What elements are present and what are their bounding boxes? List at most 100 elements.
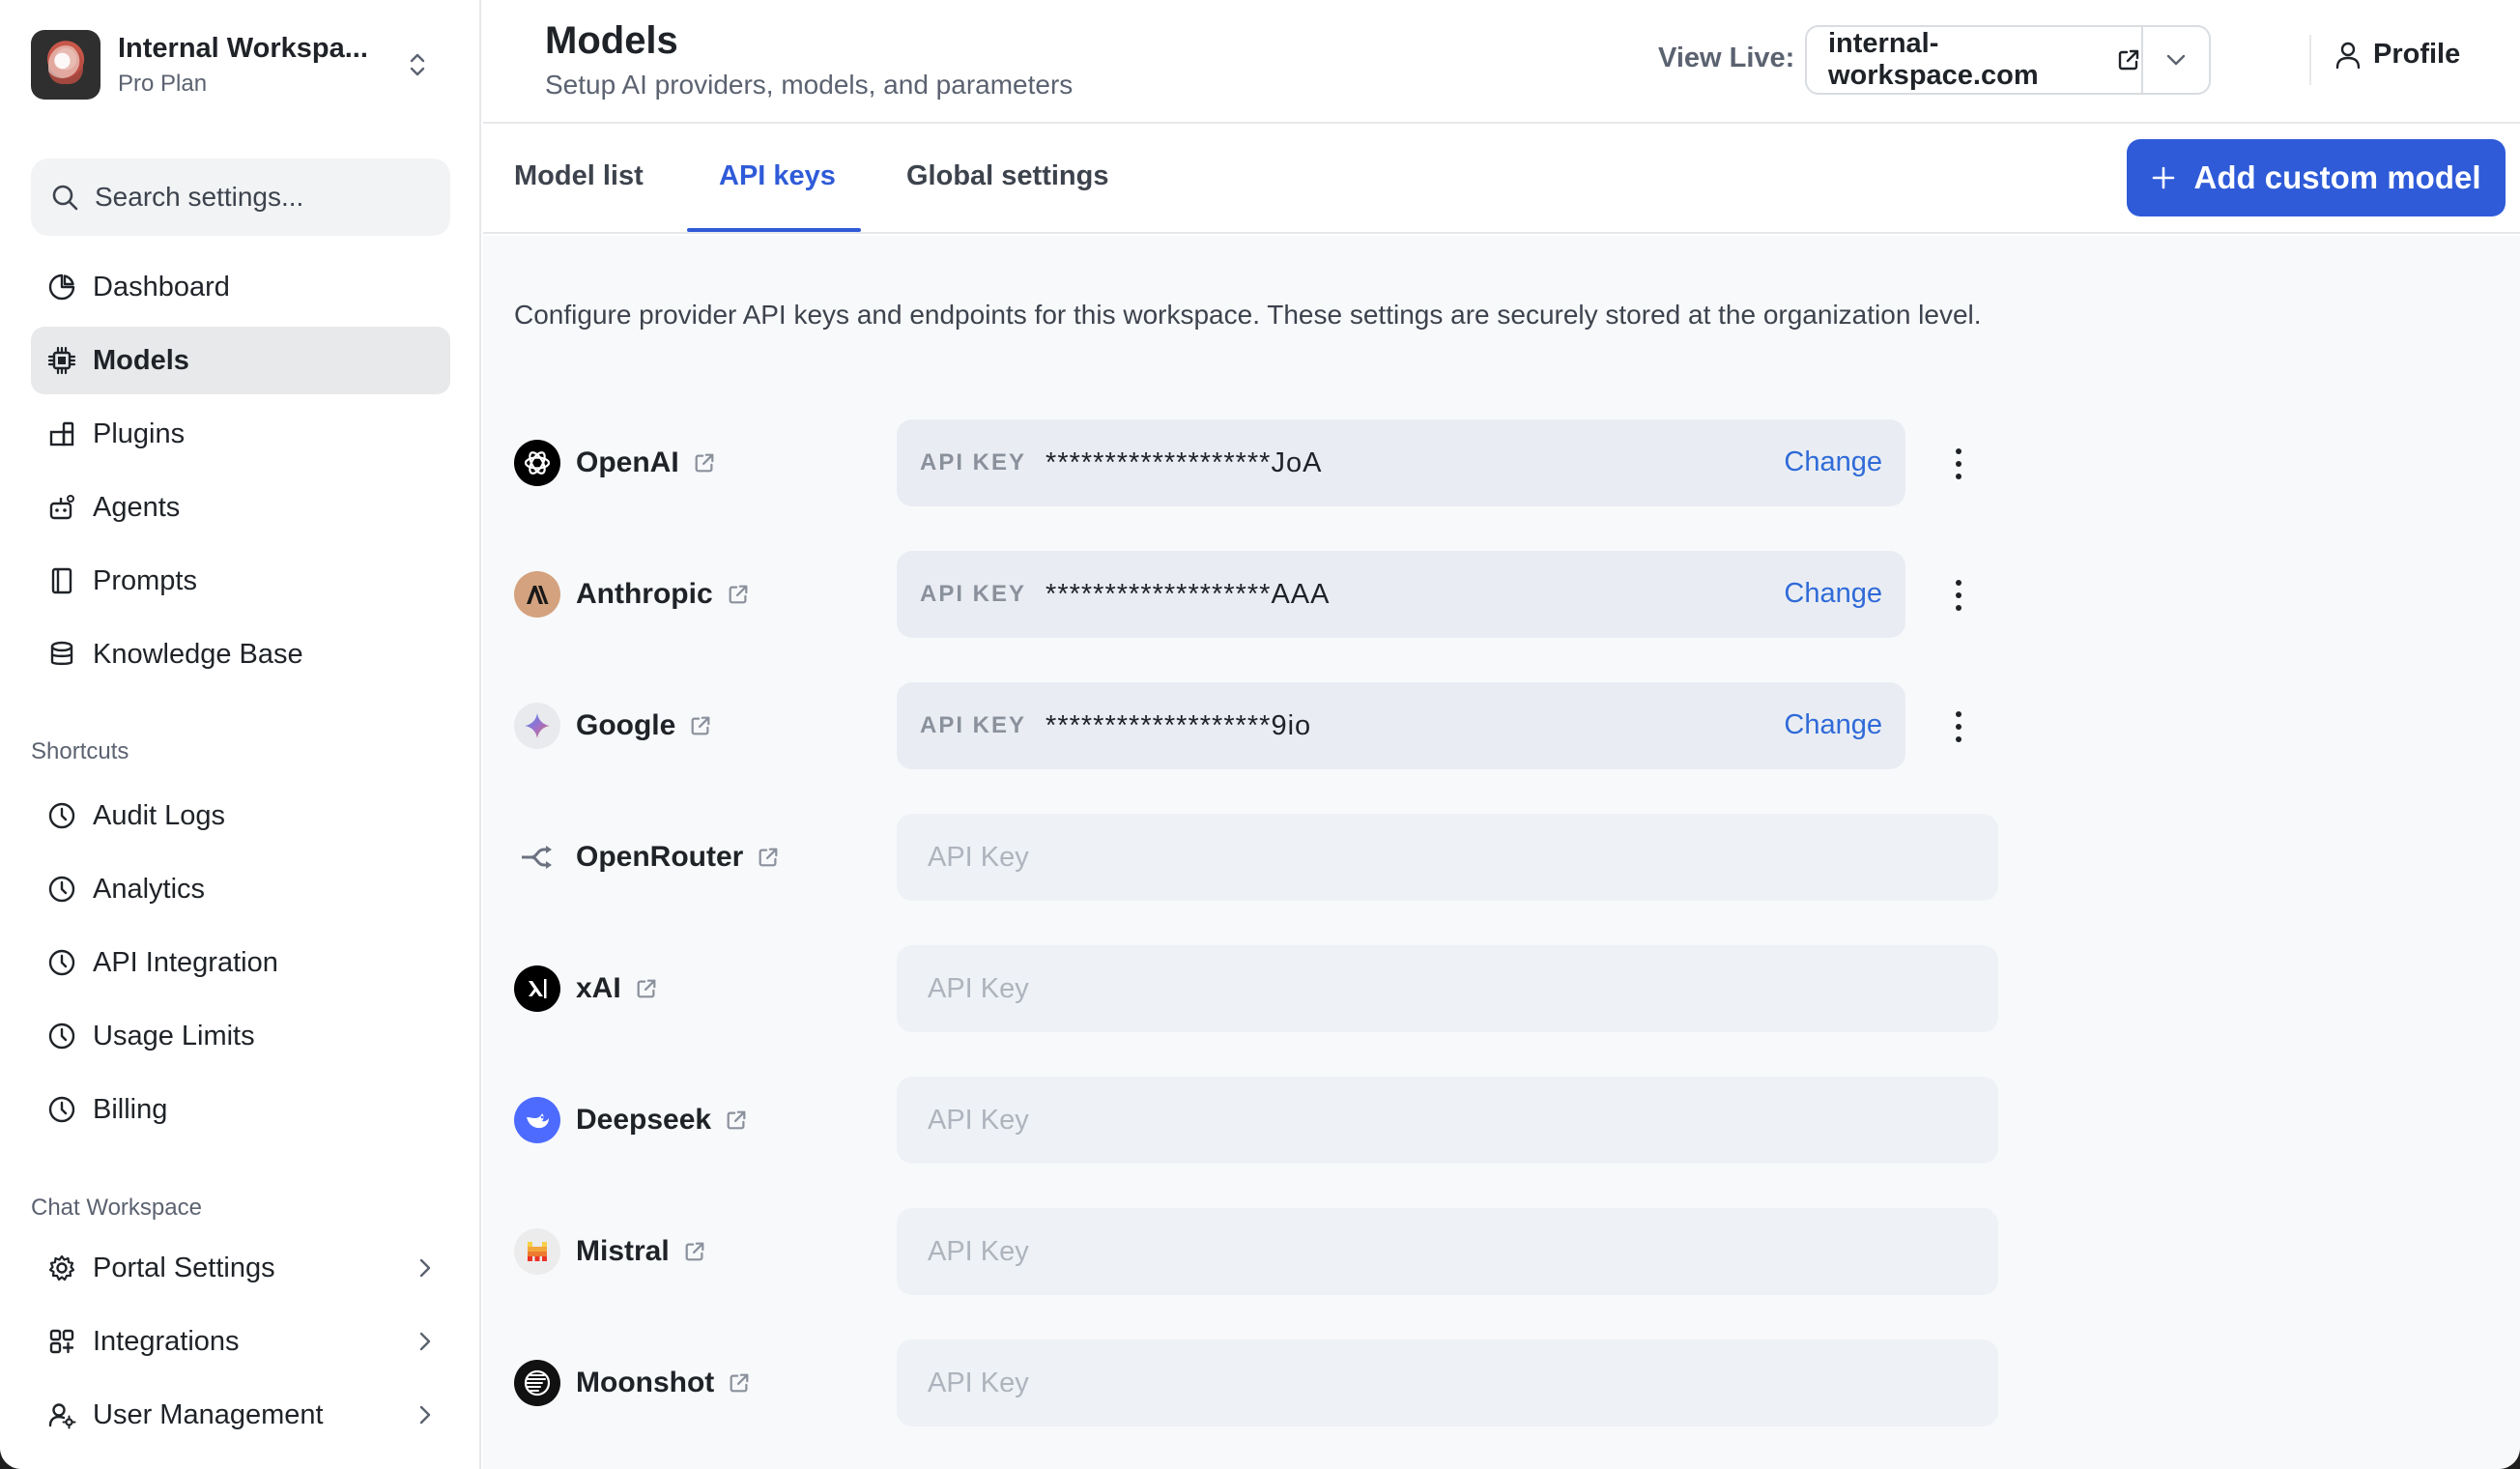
chevron-up-down-icon[interactable] — [398, 45, 437, 84]
masked-api-key: *******************JoA — [1045, 446, 1323, 478]
chat-workspace-section-label: Chat Workspace — [31, 1195, 202, 1221]
user-icon — [2334, 41, 2362, 70]
api-key-field — [897, 1339, 1998, 1426]
provider-row-google: Google API KEY *******************9io Ch… — [514, 682, 2495, 769]
clock-icon — [44, 1092, 79, 1127]
chevron-right-icon — [417, 1329, 433, 1362]
settings-search[interactable] — [31, 158, 450, 236]
sidebar-item-label: Dashboard — [93, 271, 230, 302]
sidebar-item-integrations[interactable]: Integrations — [31, 1308, 450, 1375]
provider-name-text: Deepseek — [576, 1104, 712, 1136]
sidebar-item-prompts[interactable]: Prompts — [31, 547, 450, 615]
header-divider — [2309, 35, 2311, 85]
external-link-icon[interactable] — [725, 1109, 748, 1132]
external-link-icon[interactable] — [683, 1240, 706, 1263]
api-key-input[interactable] — [928, 841, 1971, 874]
sidebar-item-analytics[interactable]: Analytics — [31, 855, 450, 923]
api-keys-description: Configure provider API keys and endpoint… — [514, 300, 1982, 330]
api-key-input[interactable] — [928, 1367, 1971, 1399]
book-icon — [44, 563, 79, 598]
sidebar-item-label: Integrations — [93, 1325, 240, 1357]
page-subtitle: Setup AI providers, models, and paramete… — [545, 70, 1074, 100]
api-key-input[interactable] — [928, 972, 1971, 1005]
live-url-text: internal-workspace.com — [1828, 28, 2039, 91]
add-custom-model-button[interactable]: Add custom model — [2127, 139, 2506, 216]
search-input[interactable] — [95, 182, 443, 213]
api-key-field — [897, 945, 1998, 1032]
active-tab-indicator — [687, 228, 861, 232]
provider-row-moonshot: Moonshot — [514, 1339, 2495, 1426]
openai-logo-icon — [514, 440, 560, 486]
change-key-button[interactable]: Change — [1784, 709, 1882, 741]
provider-row-anthropic: Anthropic API KEY *******************AAA… — [514, 551, 2495, 638]
provider-name: Deepseek — [576, 1104, 748, 1137]
tab-global-settings[interactable]: Global settings — [906, 160, 1108, 192]
api-key-field — [897, 1208, 1998, 1295]
external-link-icon[interactable] — [635, 977, 658, 1000]
app-window: Internal Workspa... Pro Plan Dashboard M… — [0, 0, 2520, 1469]
sidebar-item-agents[interactable]: Agents — [31, 474, 450, 541]
external-link-icon[interactable] — [693, 451, 716, 475]
provider-name-text: OpenRouter — [576, 841, 744, 873]
external-link-icon[interactable] — [728, 1371, 751, 1395]
blocks-icon — [44, 417, 79, 451]
database-icon — [44, 637, 79, 672]
workspace-logo — [31, 30, 100, 100]
more-options-icon[interactable] — [1944, 445, 1973, 483]
masked-api-key: *******************AAA — [1045, 578, 1331, 610]
api-key-label: API KEY — [920, 581, 1027, 607]
sidebar-item-api-integration[interactable]: API Integration — [31, 929, 450, 996]
clock-icon — [44, 1019, 79, 1053]
clock-icon — [44, 798, 79, 833]
sidebar-item-billing[interactable]: Billing — [31, 1076, 450, 1143]
sidebar-item-plugins[interactable]: Plugins — [31, 400, 450, 468]
cpu-icon — [44, 343, 79, 378]
deepseek-logo-icon — [514, 1097, 560, 1143]
sidebar-item-label: Plugins — [93, 418, 186, 449]
sidebar-item-usage-limits[interactable]: Usage Limits — [31, 1002, 450, 1070]
profile-button[interactable]: Profile — [2334, 39, 2460, 71]
sidebar-item-label: Analytics — [93, 873, 206, 905]
more-options-icon[interactable] — [1944, 707, 1973, 746]
sidebar-item-user-management[interactable]: User Management — [31, 1381, 450, 1449]
sidebar-item-audit-logs[interactable]: Audit Logs — [31, 782, 450, 850]
more-options-icon[interactable] — [1944, 576, 1973, 615]
workspace-plan: Pro Plan — [118, 70, 208, 97]
api-key-label: API KEY — [920, 449, 1027, 475]
grid-plus-icon — [44, 1324, 79, 1359]
sidebar-item-knowledge-base[interactable]: Knowledge Base — [31, 620, 450, 688]
masked-api-key: *******************9io — [1045, 709, 1312, 741]
shortcuts-section-label: Shortcuts — [31, 738, 129, 764]
external-link-icon — [2116, 47, 2141, 72]
external-link-icon[interactable] — [689, 714, 712, 737]
sidebar-item-models[interactable]: Models — [31, 327, 450, 394]
profile-label: Profile — [2373, 39, 2461, 70]
provider-name-text: Anthropic — [576, 578, 713, 610]
provider-name: OpenRouter — [576, 841, 780, 874]
live-url-selector: internal-workspace.com — [1805, 25, 2211, 95]
sidebar-item-label: Billing — [93, 1093, 168, 1125]
api-key-input[interactable] — [928, 1104, 1971, 1137]
workspace-switcher[interactable]: Internal Workspa... Pro Plan — [31, 29, 437, 101]
sidebar-item-portal-settings[interactable]: Portal Settings — [31, 1234, 450, 1302]
change-key-button[interactable]: Change — [1784, 446, 1882, 478]
provider-row-deepseek: Deepseek — [514, 1077, 2495, 1164]
sidebar-item-label: Agents — [93, 491, 181, 523]
mistral-logo-icon — [514, 1228, 560, 1275]
provider-name-text: OpenAI — [576, 446, 679, 478]
api-key-input[interactable] — [928, 1235, 1971, 1268]
chevron-right-icon — [417, 1255, 433, 1288]
change-key-button[interactable]: Change — [1784, 578, 1882, 610]
top-bar: Models Setup AI providers, models, and p… — [483, 0, 2520, 124]
external-link-icon[interactable] — [727, 583, 750, 606]
external-link-icon[interactable] — [757, 846, 780, 869]
workspace-name: Internal Workspa... — [118, 32, 368, 64]
provider-row-openrouter: OpenRouter — [514, 814, 2495, 901]
tab-bar: Model list API keys Global settings Add … — [483, 124, 2520, 234]
tab-api-keys[interactable]: API keys — [719, 160, 836, 192]
chevron-down-icon[interactable] — [2141, 27, 2209, 93]
tab-model-list[interactable]: Model list — [514, 160, 644, 192]
provider-name: Moonshot — [576, 1367, 751, 1399]
live-url-link[interactable]: internal-workspace.com — [1807, 27, 2141, 93]
sidebar-item-dashboard[interactable]: Dashboard — [31, 253, 450, 321]
